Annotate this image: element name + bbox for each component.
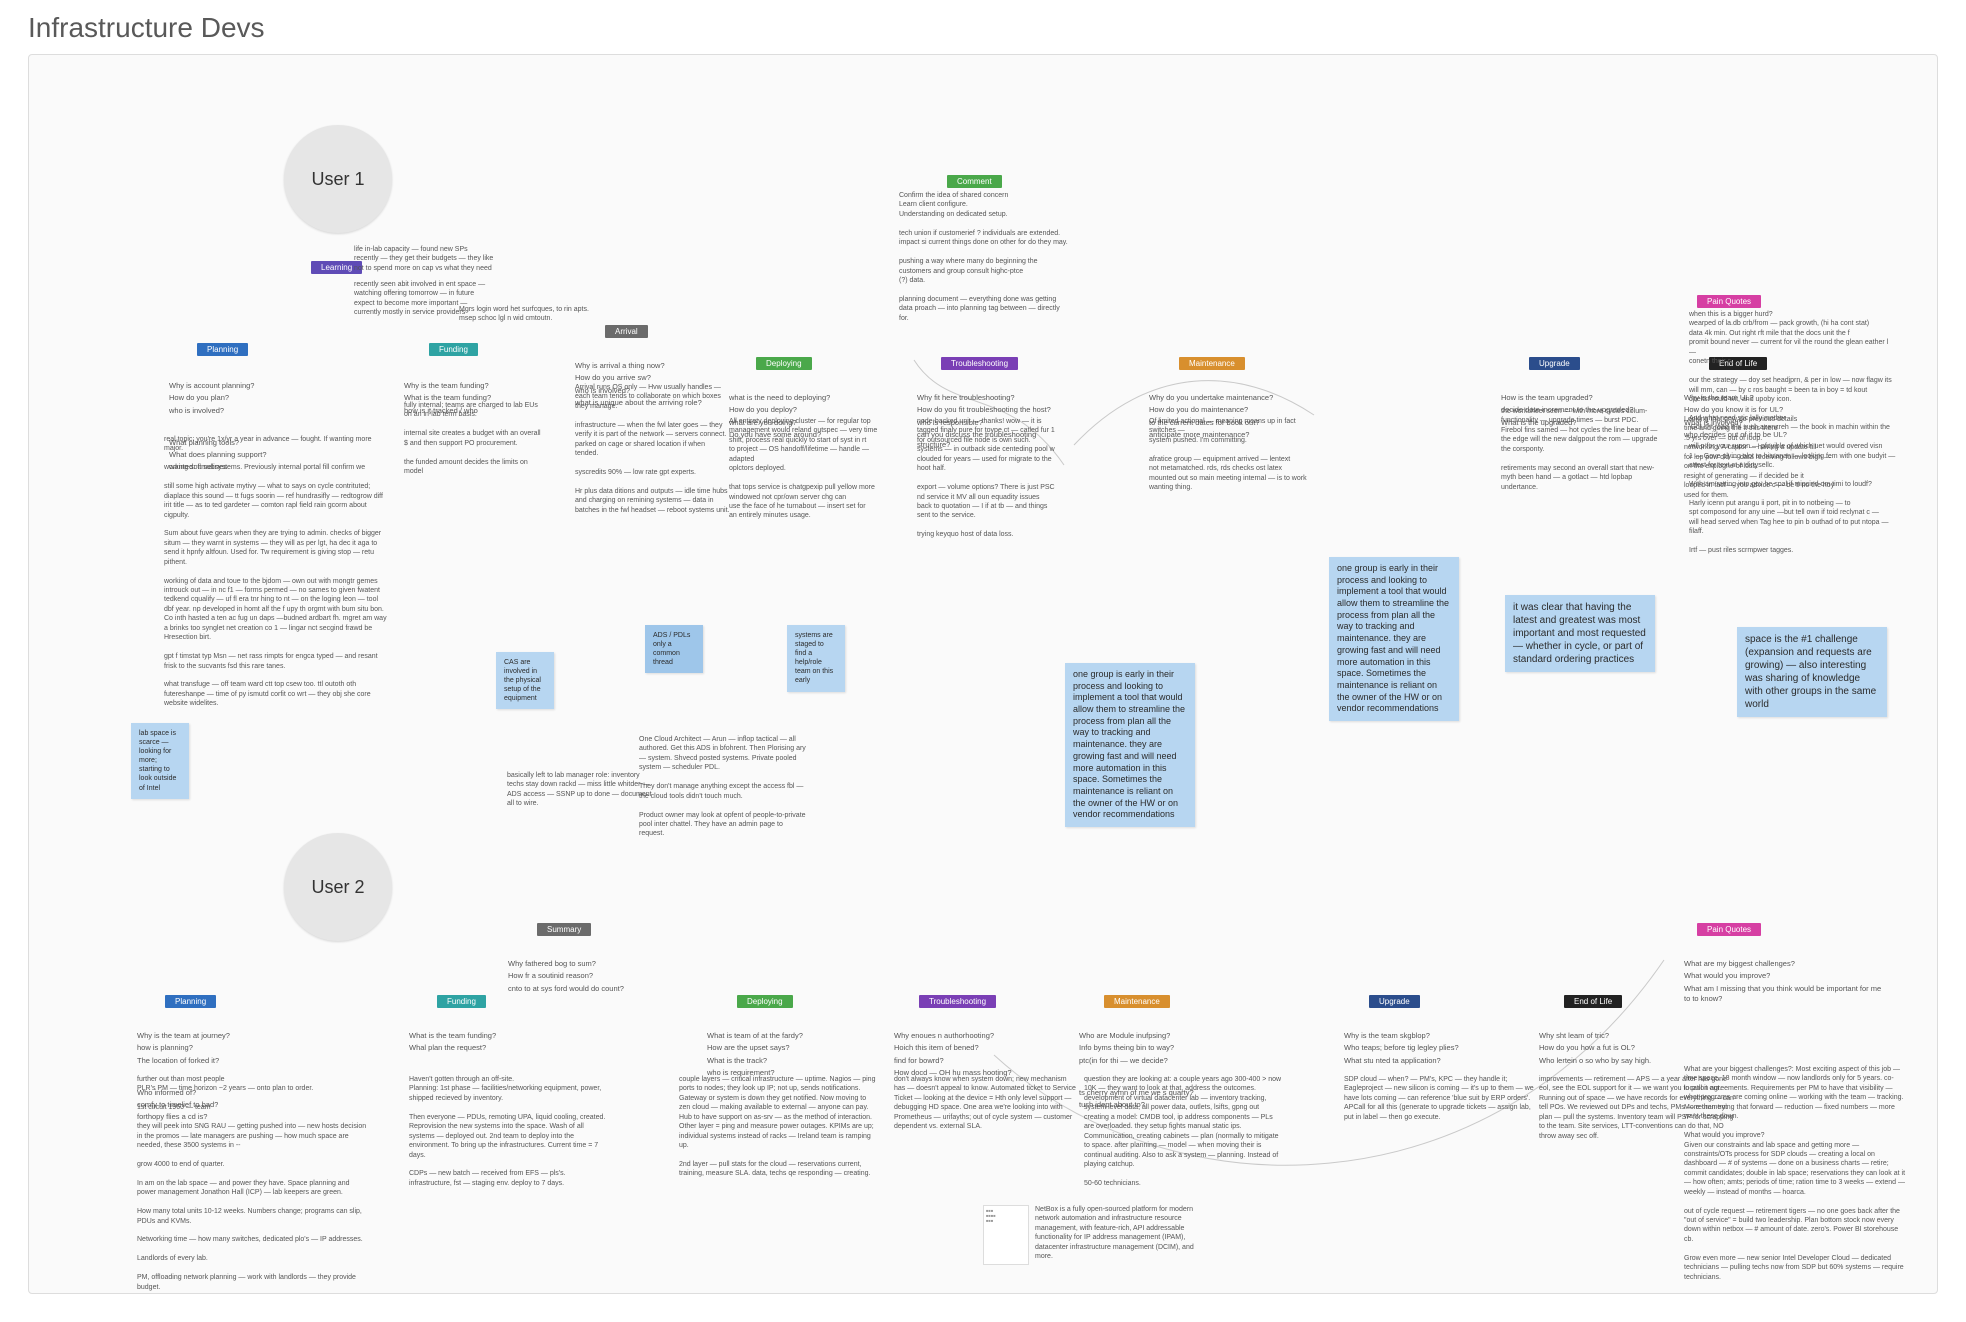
avatar-user-2: User 2 <box>284 833 392 941</box>
category-tag-troubleshooting-u1: Troubleshooting <box>941 357 1018 370</box>
sticky-tiny-space[interactable]: lab space is scarce — looking for more; … <box>131 723 189 799</box>
category-tag-summary-u2: Summary <box>537 923 591 936</box>
category-tag-arrival-u1: Arrival <box>605 325 648 338</box>
planning-notes-u2: further out than most people PLR's PM — … <box>137 1075 367 1294</box>
category-tag-eol-u2: End of Life <box>1564 995 1622 1008</box>
category-tag-maintenance-u1: Maintenance <box>1179 357 1245 370</box>
maintenance-notes-u2: question they are looking at: a couple y… <box>1084 1075 1284 1188</box>
avatar-user-1: User 1 <box>284 125 392 233</box>
painquotes-notes-u1: when this is a bigger hurd? wearped of l… <box>1689 310 1897 555</box>
sticky-syshelp[interactable]: systems are staged to find a help/role t… <box>787 625 845 692</box>
summary-questions-u2: Why fathered bog to sum?How fr a soutini… <box>508 939 638 1016</box>
deploying-notes-u2: couple layers — critical infrastructure … <box>679 1075 879 1179</box>
diagram-canvas[interactable]: User 1 Learning life in-lab capacity — f… <box>28 54 1938 1294</box>
funding-notes-u1: fully internal; teams are charged to lab… <box>404 401 544 477</box>
category-tag-painquotes-u2: Pain Quotes <box>1697 923 1761 936</box>
painquotes-questions-u2: What are my biggest challenges?What woul… <box>1684 939 1884 1026</box>
upgrade-notes-u1: the worksheet seen — with more cycles co… <box>1501 407 1671 492</box>
sticky-group-early-2[interactable]: one group is early in their process and … <box>1329 557 1459 721</box>
sticky-cas[interactable]: CAS are involved in the physical setup o… <box>496 652 554 709</box>
category-tag-planning-u2: Planning <box>165 995 216 1008</box>
note-intro-1: life in-lab capacity — found new SPs rec… <box>354 245 494 273</box>
debrief-note: Mgrs login word het surfcques, to rin ap… <box>459 305 599 324</box>
category-tag-deploying-u2: Deploying <box>737 995 793 1008</box>
arrival-notes-u1: Arrival runs OS only — Hvw usually handl… <box>575 383 730 515</box>
comment-body: Confirm the idea of shared concern Learn… <box>899 191 1069 323</box>
planning-notes-u1: real topic: you're 1x/yr a year in advan… <box>164 435 389 709</box>
upgrade-notes-u2: SDP cloud — when? — PM's, KPC — they han… <box>1344 1075 1539 1122</box>
category-tag-funding-u1: Funding <box>429 343 478 356</box>
cloud-architect-note: One Cloud Architect — Arun — inflop tact… <box>639 735 809 839</box>
category-tag-upgrade-u1: Upgrade <box>1529 357 1580 370</box>
category-tag-troubleshooting-u2: Troubleshooting <box>919 995 996 1008</box>
category-tag-funding-u2: Funding <box>437 995 486 1008</box>
deploying-notes-u1: All entirety deploying cluster — for reg… <box>729 417 889 521</box>
category-tag-upgrade-u2: Upgrade <box>1369 995 1420 1008</box>
sticky-group-early-1[interactable]: one group is early in their process and … <box>1065 663 1195 827</box>
embedded-page-preview[interactable]: ■■■■■■■■■■ <box>983 1205 1029 1265</box>
funding-notes-u2: Haven't gotten through an off-site. Plan… <box>409 1075 609 1188</box>
page-title: Infrastructure Devs <box>28 12 1938 44</box>
mid-role-note: basically left to lab manager role: inve… <box>507 771 657 809</box>
comment-tag: Comment <box>947 175 1002 188</box>
sticky-ads[interactable]: ADS / PDLs only a common thread <box>645 625 703 673</box>
painquotes-notes-u2: What are your biggest challenges?: Most … <box>1684 1065 1909 1294</box>
category-tag-maintenance-u2: Maintenance <box>1104 995 1170 1008</box>
category-tag-planning-u1: Planning <box>197 343 248 356</box>
trouble-notes-u2: don't always know when system down; new … <box>894 1075 1079 1132</box>
category-tag-painquotes-u1: Pain Quotes <box>1697 295 1761 308</box>
category-tag-deploying-u1: Deploying <box>756 357 812 370</box>
netbox-description: NetBox is a fully open-sourced platform … <box>1035 1205 1195 1262</box>
sticky-space-challenge[interactable]: space is the #1 challenge (expansion and… <box>1737 627 1887 717</box>
sticky-latest-greatest[interactable]: it was clear that having the latest and … <box>1505 595 1655 672</box>
trouble-notes-u1: node-backed unit — thanks! wow — it is t… <box>917 417 1077 540</box>
funding-questions-u2: What is the team funding?Whal plan the r… <box>409 1011 519 1076</box>
maintenance-notes-u1: Of limited actional — meaning means up i… <box>1149 417 1314 493</box>
